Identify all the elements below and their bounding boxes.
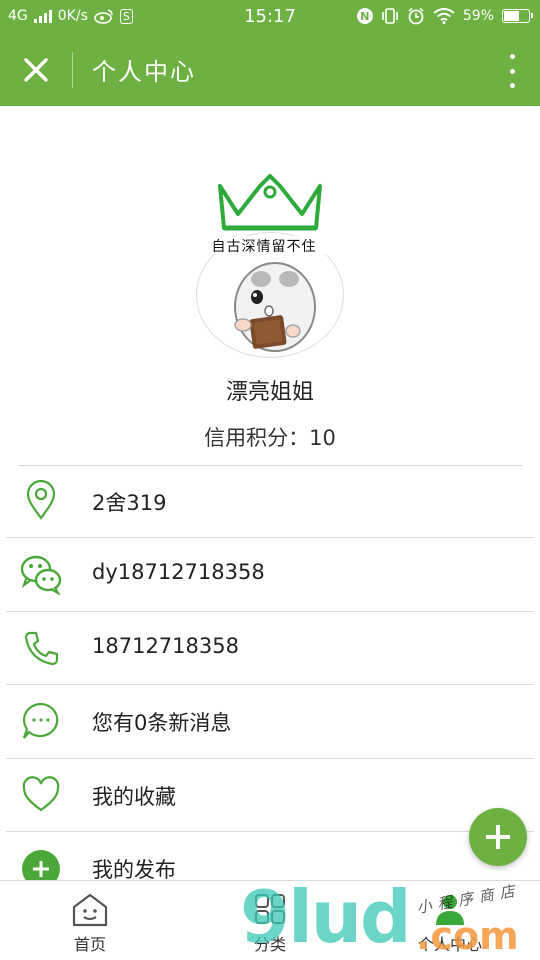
- status-bar: 4G 0K/s S 15:17 N 59%: [0, 0, 540, 34]
- nfc-icon: N: [356, 8, 373, 24]
- battery-percent: 59%: [462, 8, 494, 24]
- wifi-icon: [433, 8, 455, 24]
- user-icon: [436, 895, 464, 925]
- category-icon: [255, 894, 285, 924]
- message-bubble-icon: [22, 703, 59, 739]
- profile-section: 自古深情留不住 漂亮姐姐 信用积分：10: [0, 106, 540, 466]
- list-item-wechat[interactable]: dy18712718358: [6, 538, 534, 612]
- vibrate-icon: [382, 8, 398, 24]
- tab-label: 首页: [73, 935, 106, 954]
- home-icon: [72, 893, 108, 927]
- wechat-icon: [20, 556, 62, 596]
- list-item-label: dy18712718358: [92, 560, 265, 585]
- status-right: N 59%: [356, 7, 533, 25]
- info-list: 2舍319 dy18712718358 18712718358 您有0条新消息 …: [0, 465, 540, 905]
- credit-score: 信用积分：10: [204, 426, 336, 450]
- list-item-messages[interactable]: 您有0条新消息: [6, 685, 534, 759]
- list-item-address[interactable]: 2舍319: [6, 465, 534, 539]
- list-item-label: 您有0条新消息: [92, 711, 232, 736]
- app-header: 个人中心: [0, 34, 540, 106]
- header-divider: [72, 52, 73, 88]
- location-pin-icon: [26, 480, 56, 520]
- list-item-favorites[interactable]: 我的收藏: [6, 759, 534, 832]
- list-item-label: 2舍319: [92, 491, 167, 515]
- nickname: 漂亮姐姐: [225, 380, 314, 405]
- more-menu-icon[interactable]: [506, 54, 518, 88]
- battery-icon: [502, 9, 533, 23]
- heart-icon: [22, 775, 60, 811]
- page-title: 个人中心: [92, 58, 196, 86]
- tab-home[interactable]: 首页: [30, 881, 150, 960]
- close-icon[interactable]: [18, 52, 54, 88]
- phone-icon: [24, 631, 59, 665]
- alarm-icon: [408, 7, 424, 25]
- tab-category[interactable]: 分类: [210, 881, 330, 960]
- tab-profile[interactable]: 个人中心: [390, 881, 510, 960]
- crown-icon: [218, 174, 322, 231]
- list-item-label: 我的收藏: [92, 784, 176, 809]
- list-item-label: 18712718358: [92, 633, 239, 658]
- list-item-phone[interactable]: 18712718358: [6, 612, 534, 686]
- tab-label: 分类: [253, 935, 286, 954]
- bottom-nav: 首页 分类 个人中心: [0, 880, 540, 960]
- avatar-caption: 自古深情留不住: [198, 236, 330, 254]
- tab-label: 个人中心: [417, 935, 482, 954]
- add-button[interactable]: [469, 808, 527, 866]
